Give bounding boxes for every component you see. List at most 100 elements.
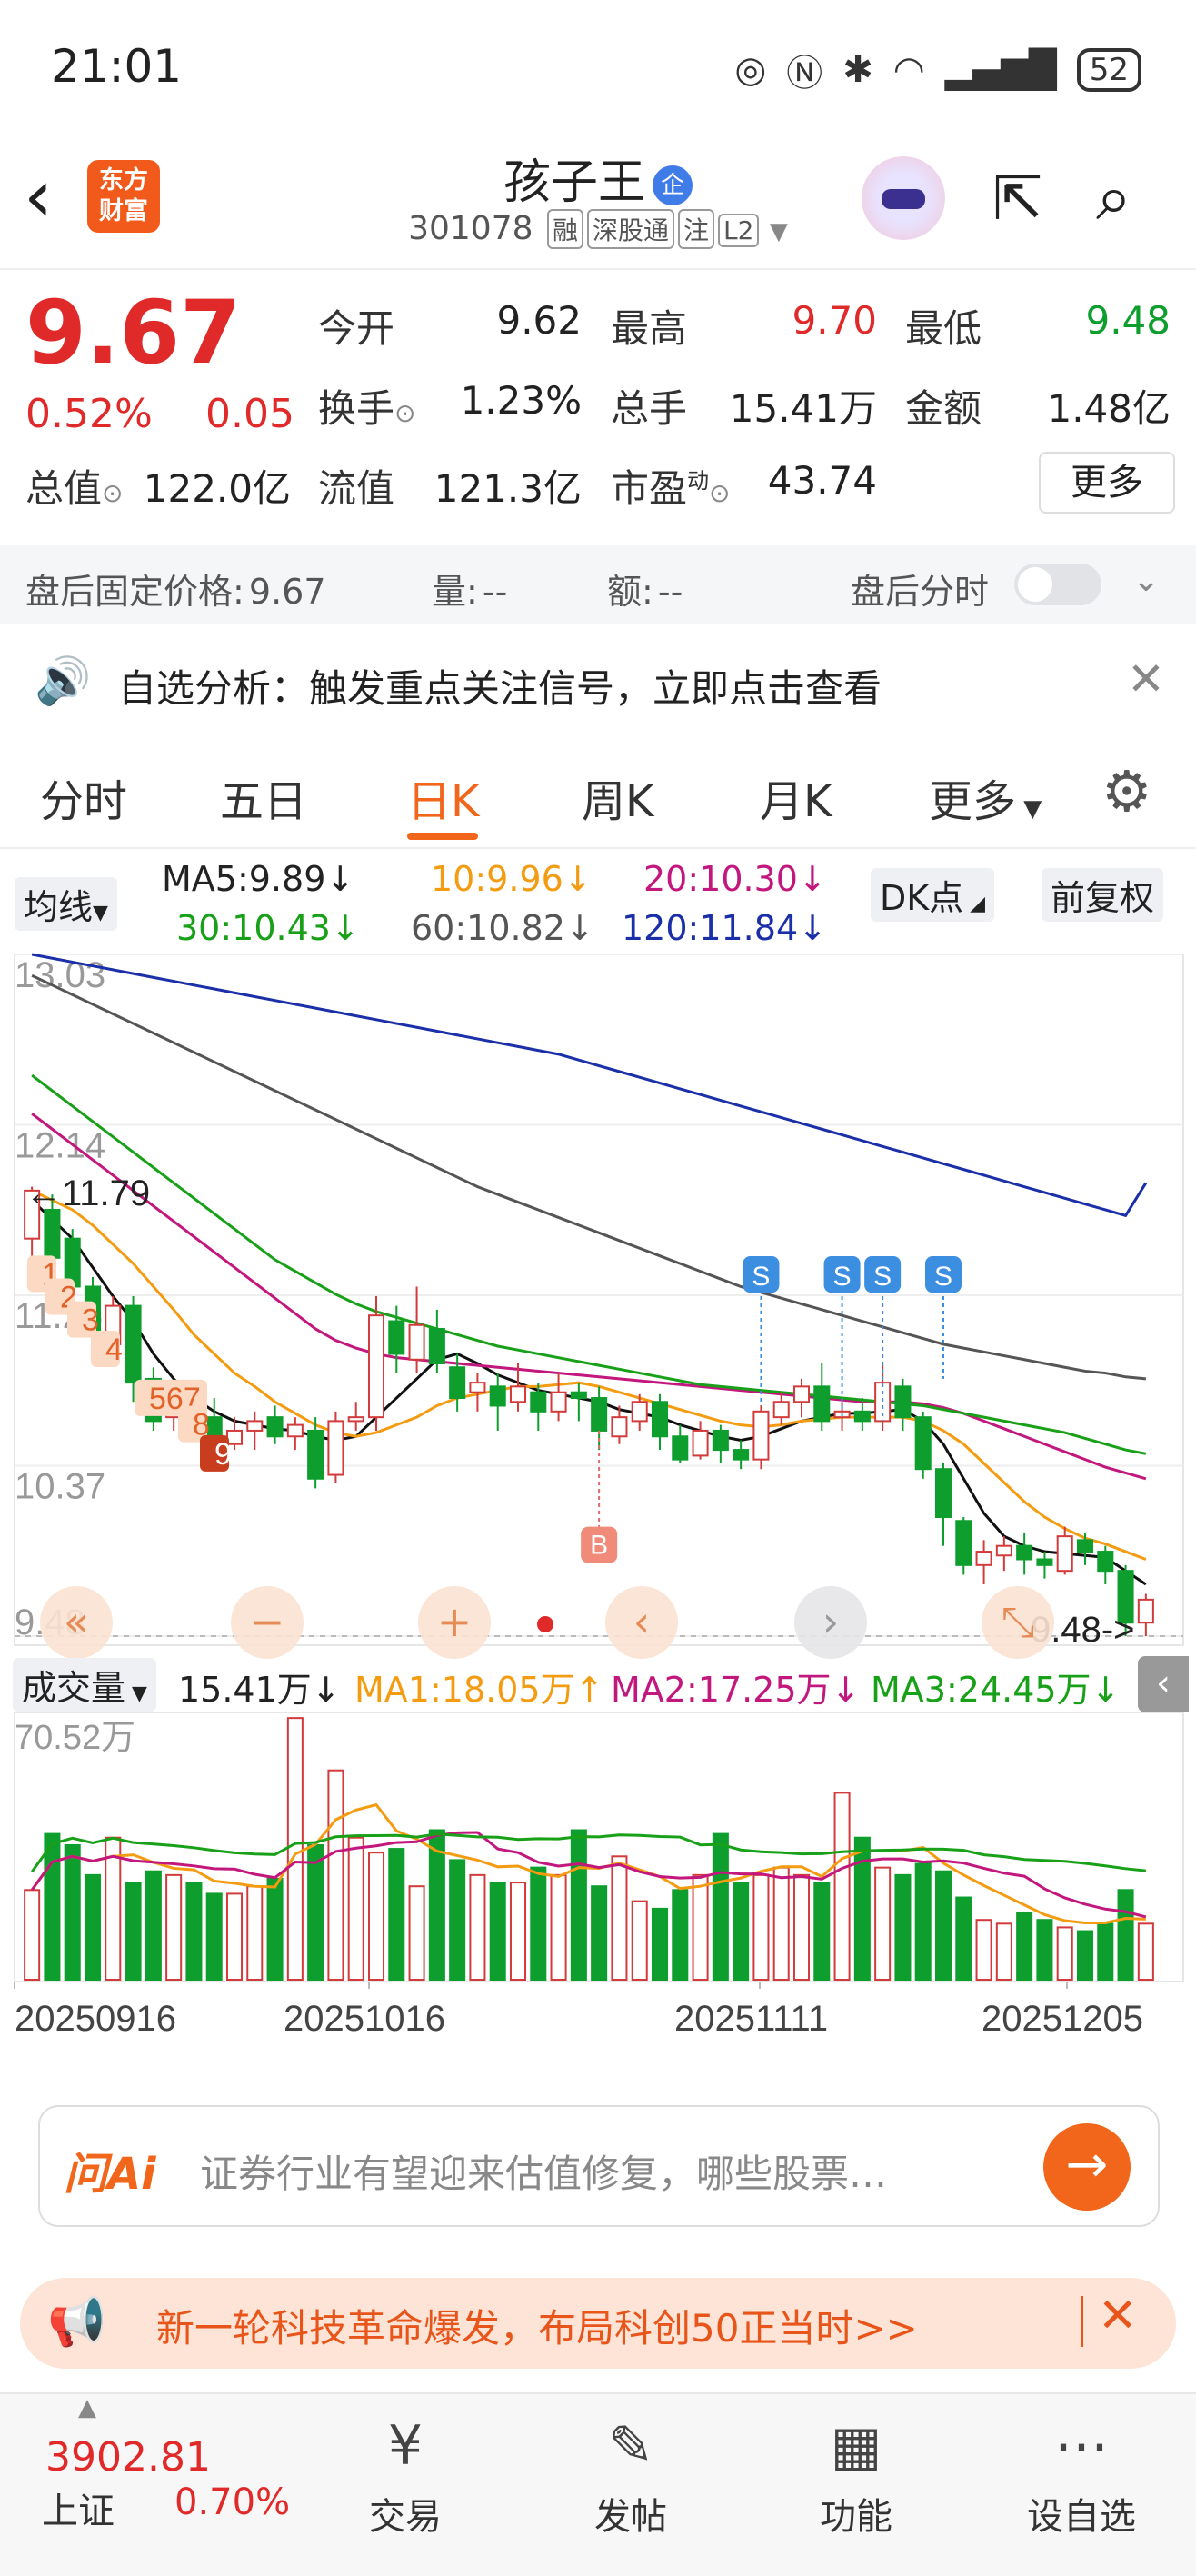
zoom-in-icon[interactable]: + bbox=[418, 1586, 491, 1659]
candle-body bbox=[631, 1401, 648, 1423]
tab-daily-k[interactable]: 日K bbox=[407, 765, 479, 829]
stock-code: 301078 bbox=[408, 210, 533, 247]
tab-five-day[interactable]: 五日 bbox=[220, 765, 307, 829]
chevron-down-icon[interactable]: ⌄ bbox=[1132, 562, 1160, 599]
more-icon: ⋯ bbox=[1054, 2414, 1109, 2478]
volume-bar bbox=[185, 1882, 203, 1981]
more-button[interactable]: 更多 bbox=[1039, 452, 1175, 514]
candle-body bbox=[792, 1385, 811, 1403]
search-icon[interactable]: ⌕ bbox=[1096, 160, 1131, 235]
close-icon[interactable]: ✕ bbox=[1127, 653, 1165, 705]
volume-bar bbox=[24, 1889, 41, 1981]
index-change[interactable]: 0.70% bbox=[174, 2481, 290, 2523]
speaker-icon: 🔊 bbox=[35, 654, 92, 707]
ai-input[interactable]: 证券行业有望迎来估值修复，哪些股票… bbox=[200, 2143, 887, 2199]
tab-monthly-k[interactable]: 月K bbox=[760, 765, 832, 829]
volume-ma3-text: MA3:24.45万 bbox=[871, 1670, 1091, 1710]
volume-bar bbox=[449, 1859, 466, 1981]
scroll-left-icon[interactable]: ‹ bbox=[605, 1586, 678, 1659]
volume-legend: 成交量 ▼ 15.41万↓ MA1:18.05万↑ MA2:17.25万↓ MA… bbox=[0, 1654, 1196, 1712]
nav-trade[interactable]: ¥ 交易 bbox=[324, 2405, 487, 2540]
buy-marker-label: B bbox=[590, 1531, 608, 1561]
candle-body bbox=[894, 1385, 912, 1419]
ma120-text: 120:11.84 bbox=[622, 908, 799, 948]
banner-divider bbox=[1081, 2296, 1083, 2347]
after-hours-toggle[interactable] bbox=[1014, 564, 1101, 605]
volume-bar bbox=[165, 1873, 183, 1981]
ai-question-box[interactable]: 问Ai 证券行业有望迎来估值修复，哪些股票… → bbox=[38, 2105, 1160, 2227]
info-icon[interactable]: ⊙ bbox=[102, 478, 123, 508]
volume-bar bbox=[792, 1873, 811, 1981]
volume-bar bbox=[44, 1832, 61, 1981]
dk-point-selector[interactable]: DK点 ◢ bbox=[871, 868, 995, 922]
period-tabs: 分时 五日 日K 周K 月K 更多 ▼ ⚙ bbox=[0, 738, 1196, 849]
info-icon[interactable]: ⊙ bbox=[394, 398, 415, 428]
alert-bar[interactable]: 🔊 自选分析：触发重点关注信号，立即点击查看 ✕ bbox=[0, 636, 1196, 724]
ma30-text: 30:10.43 bbox=[176, 908, 331, 948]
nav-add-watchlist[interactable]: ⋯ 设自选 bbox=[1000, 2405, 1163, 2540]
stock-name: 孩子王 bbox=[503, 155, 645, 210]
index-value[interactable]: 3902.81 bbox=[45, 2434, 211, 2481]
volume-bar bbox=[550, 1873, 567, 1981]
index-name[interactable]: 上证 bbox=[42, 2481, 115, 2534]
tab-more[interactable]: 更多 ▼ bbox=[929, 765, 1042, 829]
arrow-right-icon[interactable]: → bbox=[1043, 2123, 1131, 2211]
bottom-nav: ▲ 3902.81 上证 0.70% ¥ 交易 ✎ 发帖 ▦ 功能 ⋯ 设自选 bbox=[0, 2392, 1196, 2576]
volume-bar bbox=[631, 1900, 648, 1982]
candle-body bbox=[347, 1416, 364, 1423]
nav-post-label: 发帖 bbox=[594, 2496, 667, 2538]
nav-post[interactable]: ✎ 发帖 bbox=[549, 2405, 713, 2540]
volume-selector[interactable]: 成交量 ▼ bbox=[13, 1658, 156, 1712]
volume-bar bbox=[64, 1843, 81, 1981]
ma-selector[interactable]: 均线▼ bbox=[15, 877, 117, 931]
fullscreen-icon[interactable]: ⤡ bbox=[982, 1586, 1054, 1659]
candle-body bbox=[772, 1401, 790, 1419]
tab-weekly-k[interactable]: 周K bbox=[582, 765, 653, 829]
volume-bar bbox=[1016, 1911, 1033, 1981]
candle-body bbox=[367, 1314, 385, 1419]
candle-body bbox=[914, 1416, 932, 1471]
ma60-text: 60:10.82 bbox=[411, 908, 565, 948]
volume-bar bbox=[246, 1885, 264, 1982]
ma-line-ma60 bbox=[31, 973, 1146, 1381]
scroll-right-icon[interactable]: › bbox=[794, 1586, 867, 1659]
volume-ma1-text: MA1:18.05万 bbox=[354, 1670, 575, 1710]
tab-intraday[interactable]: 分时 bbox=[40, 765, 127, 829]
volume-bar bbox=[125, 1882, 142, 1981]
volume-bar bbox=[367, 1852, 385, 1981]
candle-body bbox=[672, 1435, 689, 1461]
candlestick-chart[interactable]: 13.0312.1411.2510.379.48←11.799.48->1234… bbox=[0, 950, 1196, 1659]
nav-function-label: 功能 bbox=[820, 2496, 892, 2538]
ma60-value: 60:10.82↓ bbox=[411, 908, 594, 948]
promo-banner[interactable]: 📢 新一轮科技革命爆发，布局科创50正当时>> ✕ bbox=[20, 2278, 1176, 2369]
nav-function[interactable]: ▦ 功能 bbox=[774, 2405, 938, 2540]
quote-label-3: 换手⊙ bbox=[318, 386, 416, 431]
volume-bar bbox=[509, 1882, 527, 1981]
volume-bar bbox=[469, 1873, 486, 1981]
zoom-out-icon[interactable]: − bbox=[231, 1586, 304, 1659]
candlestick-svg[interactable]: 13.0312.1411.2510.379.48←11.799.48->1234… bbox=[0, 950, 1196, 1659]
share-icon[interactable]: ⇱ bbox=[992, 164, 1042, 234]
candle-body bbox=[44, 1208, 61, 1259]
volume-bar bbox=[611, 1855, 628, 1981]
collapse-panel-icon[interactable]: ‹ bbox=[1138, 1656, 1189, 1712]
ma5-text: MA5:9.89 bbox=[162, 859, 326, 899]
volume-bar bbox=[995, 1922, 1012, 1981]
ma20-text: 20:10.30 bbox=[643, 859, 798, 899]
quote-value-6: 122.0亿 bbox=[143, 466, 291, 511]
fast-back-icon[interactable]: « bbox=[40, 1586, 113, 1659]
volume-bar bbox=[934, 1870, 952, 1982]
banner-text[interactable]: 新一轮科技革命爆发，布局科创50正当时>> bbox=[156, 2298, 918, 2353]
sell-marker-label: S bbox=[934, 1262, 952, 1292]
post-icon: ✎ bbox=[607, 2414, 654, 2478]
adjustment-selector[interactable]: 前复权 bbox=[1042, 868, 1164, 922]
ma10-value: 10:9.96↓ bbox=[431, 859, 593, 899]
sell-marker-label: S bbox=[873, 1262, 892, 1292]
assistant-avatar-icon[interactable] bbox=[862, 156, 945, 240]
alert-text[interactable]: 自选分析：触发重点关注信号，立即点击查看 bbox=[118, 658, 882, 714]
settings-gear-icon[interactable]: ⚙ bbox=[1101, 758, 1152, 824]
info-icon[interactable]: ⊙ bbox=[709, 478, 730, 508]
candle-body bbox=[813, 1385, 831, 1423]
candle-body bbox=[975, 1551, 992, 1566]
close-icon[interactable]: ✕ bbox=[1098, 2289, 1138, 2343]
